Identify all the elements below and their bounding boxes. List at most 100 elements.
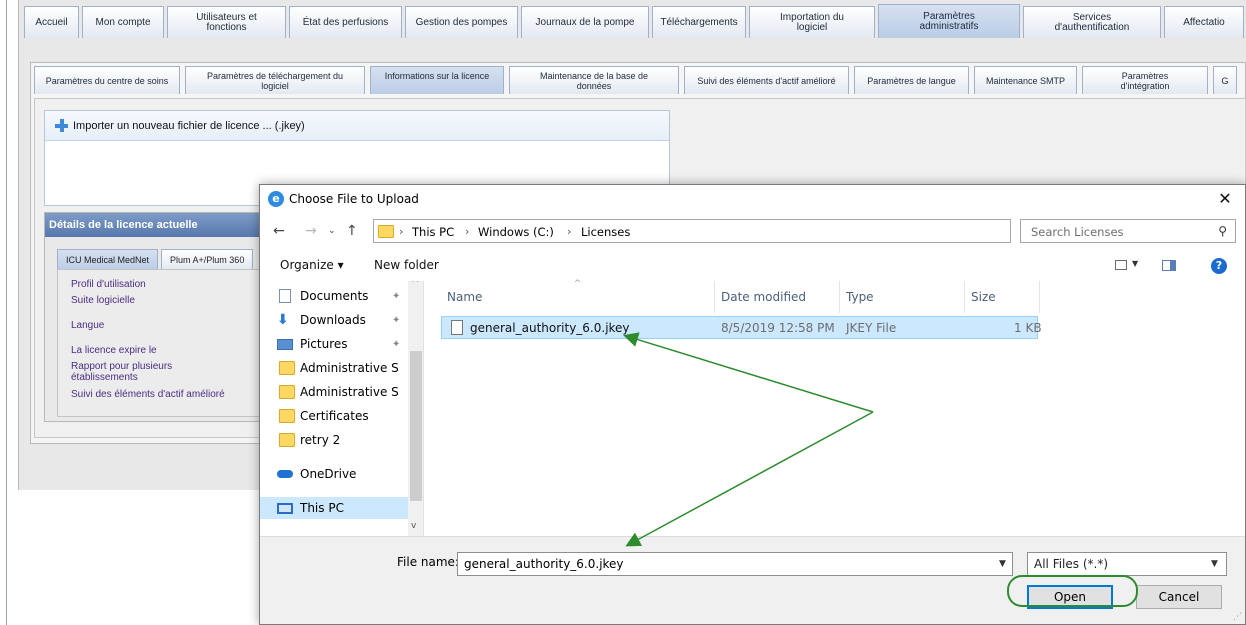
tab-etat-perfusions[interactable]: État des perfusions — [289, 6, 402, 38]
close-button[interactable]: ✕ — [1205, 185, 1245, 215]
pictures-icon — [277, 338, 293, 350]
main-tab-bar: Accueil Mon compte Utilisateurs et fonct… — [24, 4, 1246, 38]
folder-icon — [279, 409, 295, 423]
subtab-parametres-langue[interactable]: Paramètres de langue — [854, 66, 969, 94]
tab-journaux-pompe[interactable]: Journaux de la pompe — [521, 6, 649, 38]
dialog-title-bar: e Choose File to Upload ✕ — [260, 185, 1245, 215]
nav-item-administrative-s-1[interactable]: Administrative S — [260, 357, 408, 379]
file-type-filter[interactable]: All Files (*.*) ▼ — [1027, 552, 1227, 576]
breadcrumb-licenses[interactable]: Licenses — [581, 225, 630, 239]
breadcrumb-this-pc[interactable]: This PC — [412, 225, 454, 239]
navigation-scrollbar[interactable]: ^ v — [408, 281, 423, 536]
search-input[interactable]: Search Licenses ⚲ — [1020, 219, 1236, 243]
breadcrumb-windows-c[interactable]: Windows (C:) — [478, 225, 554, 239]
search-placeholder: Search Licenses — [1031, 225, 1124, 239]
subtab-informations-licence[interactable]: Informations sur la licence — [370, 66, 504, 94]
address-bar[interactable]: › This PC › Windows (C:) › Licenses ▼ ↻ — [373, 219, 1121, 243]
subtab-maintenance-base[interactable]: Maintenance de la base de données — [509, 66, 679, 94]
sub-tab-bar: Paramètres du centre de soins Paramètres… — [34, 66, 1242, 94]
license-fields: Profil d'utilisation Suite logicielle La… — [57, 269, 273, 417]
pin-icon: ✦ — [392, 314, 401, 326]
file-size: 1 KB — [1014, 321, 1042, 335]
subtab-maintenance-smtp[interactable]: Maintenance SMTP — [974, 66, 1077, 94]
resize-grip-icon[interactable]: ⋰ — [1233, 612, 1242, 622]
plus-icon — [55, 119, 68, 132]
back-icon[interactable]: ← — [273, 223, 285, 239]
help-icon[interactable]: ? — [1211, 258, 1227, 274]
scroll-down-icon[interactable]: v — [411, 521, 416, 531]
column-type[interactable]: Type — [840, 281, 965, 313]
dialog-title: Choose File to Upload — [289, 192, 419, 206]
file-name-input[interactable]: general_authority_6.0.jkey ▼ — [457, 552, 1013, 576]
nav-item-documents[interactable]: Documents ✦ — [260, 285, 408, 307]
field-suivi-elements: Suivi des éléments d'actif amélioré — [71, 389, 225, 400]
nav-item-downloads[interactable]: ⬇ Downloads ✦ — [260, 309, 408, 331]
column-name[interactable]: ^ Name — [441, 279, 715, 313]
subtab-g[interactable]: G — [1213, 66, 1237, 94]
license-details-box: Détails de la licence actuelle ICU Medic… — [44, 212, 274, 422]
file-name-label: File name: — [397, 555, 459, 569]
scroll-up-icon[interactable]: ^ — [411, 281, 419, 289]
nav-item-this-pc[interactable]: This PC — [260, 497, 408, 519]
column-label: Date modified — [721, 290, 807, 304]
chevron-down-icon[interactable]: ▼ — [1132, 259, 1138, 268]
folder-icon — [279, 361, 295, 375]
license-tab-mednet[interactable]: ICU Medical MedNet — [57, 249, 159, 269]
subtab-parametres-integration[interactable]: Paramètres d'intégration — [1082, 66, 1208, 94]
license-tab-plum[interactable]: Plum A+/Plum 360 — [161, 249, 254, 269]
subtab-suivi-elements[interactable]: Suivi des éléments d'actif amélioré — [684, 66, 849, 94]
tab-gestion-pompes[interactable]: Gestion des pompes — [405, 6, 518, 38]
column-size[interactable]: Size — [965, 281, 1040, 313]
nav-item-label: Downloads — [300, 313, 366, 327]
tab-mon-compte[interactable]: Mon compte — [82, 6, 164, 38]
field-suite-logicielle: Suite logicielle — [71, 295, 135, 306]
file-type-filter-value: All Files (*.*) — [1034, 557, 1109, 571]
nav-item-label: retry 2 — [300, 433, 341, 447]
subtab-telechargement-logiciel[interactable]: Paramètres de téléchargement du logiciel — [185, 66, 365, 94]
nav-item-certificates[interactable]: Certificates — [260, 405, 408, 427]
open-button[interactable]: Open — [1027, 585, 1113, 609]
tab-telechargements[interactable]: Téléchargements — [652, 6, 746, 38]
chevron-down-icon[interactable]: ▼ — [999, 559, 1006, 569]
column-date-modified[interactable]: Date modified — [715, 281, 840, 313]
up-icon[interactable]: ↑ — [346, 223, 358, 239]
import-label: Importer un nouveau fichier de licence .… — [73, 119, 305, 132]
folder-icon — [378, 225, 394, 238]
nav-item-administrative-s-2[interactable]: Administrative S — [260, 381, 408, 403]
tab-services-authentification[interactable]: Services d'authentification — [1023, 6, 1161, 38]
scrollbar-thumb[interactable] — [410, 351, 422, 501]
nav-item-pictures[interactable]: Pictures ✦ — [260, 333, 408, 355]
tab-utilisateurs[interactable]: Utilisateurs et fonctions — [167, 6, 286, 38]
column-label: Type — [846, 290, 874, 304]
tab-importation-logiciel[interactable]: Importation du logiciel — [749, 6, 875, 38]
import-license-button[interactable]: Importer un nouveau fichier de licence .… — [45, 111, 669, 141]
nav-item-retry-2[interactable]: retry 2 — [260, 429, 408, 451]
organize-button[interactable]: Organize ▾ — [280, 258, 344, 272]
nav-item-label: OneDrive — [300, 467, 357, 481]
internet-explorer-icon: e — [268, 191, 284, 207]
subtab-centre-de-soins[interactable]: Paramètres du centre de soins — [34, 66, 180, 94]
forward-icon[interactable]: → — [305, 223, 317, 239]
breadcrumb-separator: › — [567, 225, 572, 238]
file-date: 8/5/2019 12:58 PM — [721, 321, 835, 335]
preview-pane-icon[interactable] — [1162, 260, 1176, 271]
field-langue: Langue — [71, 320, 105, 331]
folder-icon — [279, 433, 295, 447]
field-rapport-etablissements: Rapport pour plusieurs établissements — [71, 361, 173, 383]
tab-affectation[interactable]: Affectatio — [1164, 6, 1244, 38]
cancel-button[interactable]: Cancel — [1136, 585, 1222, 609]
file-icon — [451, 320, 463, 335]
pin-icon: ✦ — [392, 290, 401, 302]
view-options-icon[interactable] — [1115, 260, 1127, 270]
column-label: Name — [447, 290, 483, 304]
tab-accueil[interactable]: Accueil — [24, 6, 79, 38]
chevron-down-icon[interactable]: ▼ — [1211, 559, 1218, 569]
nav-item-label: Pictures — [300, 337, 348, 351]
file-name-value: general_authority_6.0.jkey — [464, 557, 624, 571]
file-row[interactable]: general_authority_6.0.jkey 8/5/2019 12:5… — [441, 316, 1042, 339]
recent-locations-icon[interactable]: ⌄ — [328, 226, 336, 236]
tab-parametres-administratifs[interactable]: Paramètres administratifs — [878, 4, 1020, 38]
nav-item-onedrive[interactable]: OneDrive — [260, 463, 408, 485]
left-border — [6, 0, 7, 625]
new-folder-button[interactable]: New folder — [374, 258, 439, 272]
